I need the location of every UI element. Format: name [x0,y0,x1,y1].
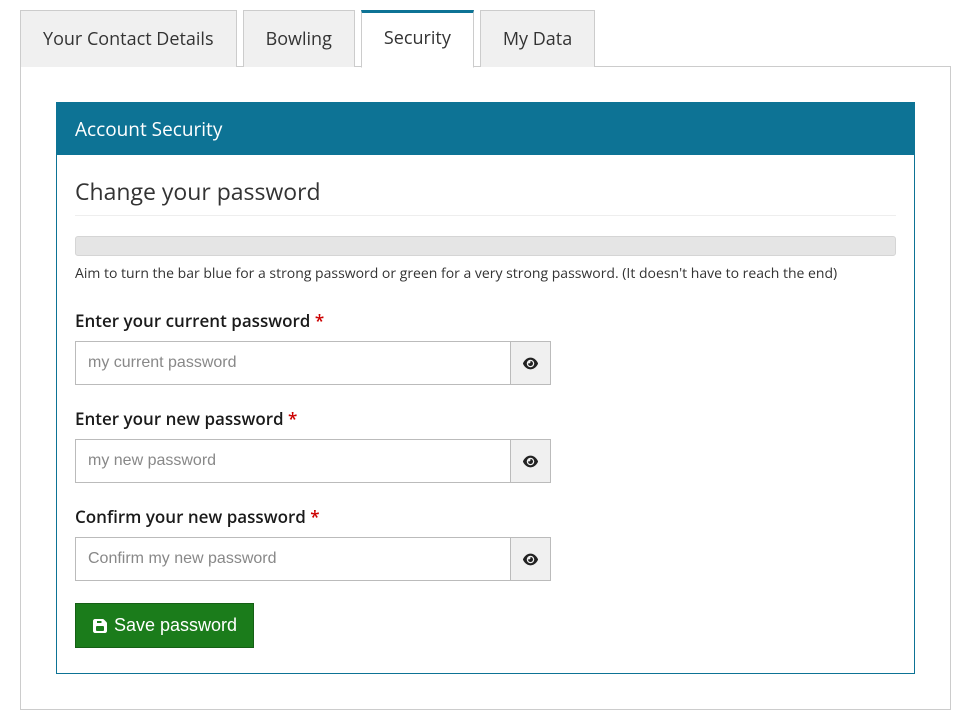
field-new-password: Enter your new password * [75,407,896,483]
confirm-password-label: Confirm your new password * [75,505,896,528]
security-card: Account Security Change your password Ai… [56,102,915,674]
field-current-password: Enter your current password * [75,309,896,385]
password-strength-hint: Aim to turn the bar blue for a strong pa… [75,264,896,283]
section-title: Change your password [75,175,896,216]
card-body: Change your password Aim to turn the bar… [57,155,914,673]
field-confirm-password: Confirm your new password * [75,505,896,581]
new-password-label: Enter your new password * [75,407,896,430]
tab-bowling[interactable]: Bowling [243,10,355,67]
tab-panel: Account Security Change your password Ai… [20,66,951,710]
eye-icon [523,454,538,469]
current-password-label: Enter your current password * [75,309,896,332]
password-strength-bar [75,236,896,256]
toggle-visibility-current[interactable] [511,341,551,385]
current-password-input[interactable] [75,341,511,385]
card-header: Account Security [57,103,914,155]
save-button-label: Save password [114,615,237,636]
required-marker: * [288,407,297,430]
save-icon [92,618,108,634]
new-password-input[interactable] [75,439,511,483]
eye-icon [523,356,538,371]
toggle-visibility-new[interactable] [511,439,551,483]
toggle-visibility-confirm[interactable] [511,537,551,581]
tab-contact-details[interactable]: Your Contact Details [20,10,237,67]
required-marker: * [310,505,319,528]
tabs: Your Contact Details Bowling Security My… [0,0,971,67]
required-marker: * [315,309,324,332]
tab-my-data[interactable]: My Data [480,10,595,67]
save-password-button[interactable]: Save password [75,603,254,648]
eye-icon [523,552,538,567]
confirm-password-input[interactable] [75,537,511,581]
tab-security[interactable]: Security [361,10,474,68]
